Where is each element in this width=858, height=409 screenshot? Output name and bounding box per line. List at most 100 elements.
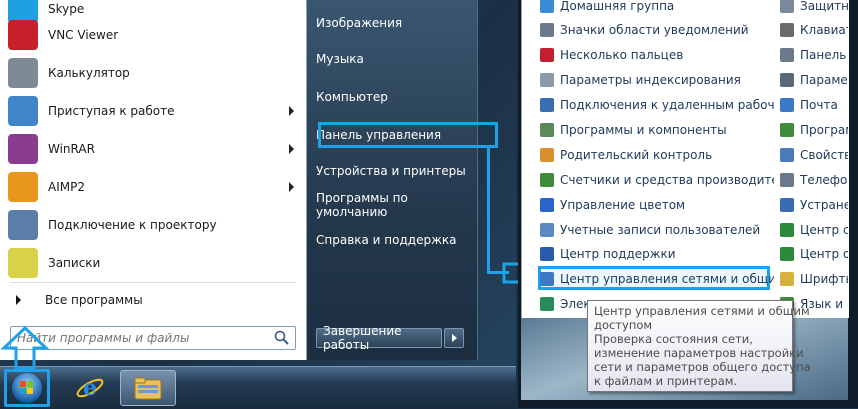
control-panel-item[interactable]: Почта <box>780 95 848 115</box>
tooltip-line: к файлам и принтерам. <box>594 374 738 388</box>
control-panel-item-icon <box>540 148 554 162</box>
control-panel-item[interactable]: Центр управления сетями и общи... <box>540 269 774 289</box>
control-panel-item[interactable]: Клавиат <box>780 20 848 40</box>
control-panel-item-icon <box>540 247 554 261</box>
taskbar-windows-explorer[interactable] <box>120 370 176 406</box>
control-panel-item-label: Почта <box>800 98 838 112</box>
control-panel-item-icon <box>540 297 554 311</box>
start-menu-place-item[interactable]: Устройства и принтеры <box>316 160 476 182</box>
control-panel-item-icon <box>780 223 794 237</box>
network-center-tooltip: Центр управления сетями и общим доступом П… <box>587 300 811 392</box>
control-panel-item-icon <box>540 272 554 286</box>
control-panel-item-icon <box>780 73 794 87</box>
pinned-program-label: Калькулятор <box>48 66 130 80</box>
submenu-arrow-icon <box>289 144 294 154</box>
control-panel-item-icon <box>780 198 794 212</box>
control-panel-item[interactable]: Шрифты <box>780 269 848 289</box>
control-panel-item-label: Учетные записи пользователей <box>560 223 761 237</box>
chevron-right-icon <box>451 334 457 342</box>
taskbar-internet-explorer[interactable]: e <box>62 370 118 406</box>
control-panel-item-label: Счетчики и средства производител... <box>560 173 774 187</box>
pinned-program-item[interactable]: AIMP2 <box>8 170 300 204</box>
control-panel-item-label: Родительский контроль <box>560 148 713 162</box>
control-panel-item-icon <box>540 73 554 87</box>
start-menu-place-item[interactable]: Программы по умолчанию <box>316 191 476 219</box>
vnc-icon <box>8 20 38 50</box>
triangle-right-icon <box>16 295 21 305</box>
control-panel-item[interactable]: Домашняя группа <box>540 0 774 16</box>
control-panel-item-label: Защитн <box>800 0 848 13</box>
pinned-program-item[interactable]: Подключение к проектору <box>8 208 300 242</box>
pinned-program-item[interactable]: Приступая к работе <box>8 94 300 128</box>
control-panel-item-label: Панель <box>800 48 847 62</box>
pinned-program-label: AIMP2 <box>48 180 85 194</box>
start-menu: Skype VNC Viewer Калькулятор Приступая к ра… <box>0 0 516 408</box>
control-panel-item-icon <box>540 0 554 13</box>
control-panel-item[interactable]: Устране <box>780 195 848 215</box>
control-panel-item-icon <box>780 247 794 261</box>
control-panel-item[interactable]: Свойств <box>780 145 848 165</box>
control-panel-item[interactable]: Телефо <box>780 170 848 190</box>
control-panel-item[interactable]: Панель <box>780 45 848 65</box>
start-button[interactable] <box>4 369 50 407</box>
shutdown-button[interactable]: Завершение работы <box>316 324 442 352</box>
control-panel-item-label: Программы и компоненты <box>560 123 727 137</box>
control-panel-item[interactable]: Счетчики и средства производител... <box>540 170 774 190</box>
control-panel-item[interactable]: Учетные записи пользователей <box>540 220 774 240</box>
submenu-arrow-icon <box>289 106 294 116</box>
control-panel-item-label: Параметры индексирования <box>560 73 741 87</box>
sticky-notes-icon <box>8 248 38 278</box>
tooltip-line: доступом <box>594 318 653 332</box>
pinned-program-item[interactable]: Калькулятор <box>8 56 300 90</box>
control-panel-item[interactable]: Значки области уведомлений <box>540 20 774 40</box>
control-panel-item-icon <box>780 23 794 37</box>
start-menu-place-item[interactable]: Музыка <box>316 48 476 70</box>
control-panel-item[interactable]: Управление цветом <box>540 195 774 215</box>
control-panel-item[interactable]: Програм <box>780 120 848 140</box>
control-panel-item-label: Устране <box>800 198 848 212</box>
control-panel-item-label: Значки области уведомлений <box>560 23 749 37</box>
control-panel-item-label: Програм <box>800 123 848 137</box>
pinned-program-label: Подключение к проектору <box>48 218 217 232</box>
control-panel-item-label: Центр о <box>800 247 848 261</box>
start-menu-place-item[interactable]: Справка и поддержка <box>316 229 476 251</box>
control-panel-item-label: Домашняя группа <box>560 0 675 13</box>
control-panel-item[interactable]: Параметры индексирования <box>540 70 774 90</box>
pinned-program-item[interactable]: Записки <box>8 246 300 280</box>
control-panel-item[interactable]: Родительский контроль <box>540 145 774 165</box>
all-programs-label: Все программы <box>45 293 143 307</box>
svg-text:e: e <box>83 375 97 401</box>
control-panel-item[interactable]: Центр поддержки <box>540 244 774 264</box>
search-icon[interactable] <box>273 329 291 347</box>
projector-icon <box>8 210 38 240</box>
control-panel-item-icon <box>540 98 554 112</box>
start-search-box[interactable] <box>10 326 296 350</box>
control-panel-item-icon <box>780 0 794 13</box>
winrar-icon <box>8 134 38 164</box>
pinned-program-item[interactable]: WinRAR <box>8 132 300 166</box>
control-panel-item-label: Управление цветом <box>560 198 686 212</box>
pointer-arrow-line <box>487 146 490 274</box>
shutdown-options-button[interactable] <box>444 328 464 348</box>
shutdown-label: Завершение работы <box>323 324 402 352</box>
control-panel-item[interactable]: Защитн <box>780 0 848 16</box>
start-search-input[interactable] <box>11 330 273 346</box>
control-panel-item[interactable]: Центр с <box>780 220 848 240</box>
control-panel-item-label: Телефо <box>800 173 848 187</box>
control-panel-item[interactable]: Парамет <box>780 70 848 90</box>
pinned-program-item[interactable]: VNC Viewer <box>8 18 300 52</box>
start-menu-place-item[interactable]: Компьютер <box>316 86 476 108</box>
control-panel-item-icon <box>780 123 794 137</box>
control-panel-item-label: Центр управления сетями и общи... <box>560 272 774 286</box>
pinned-program-label: Приступая к работе <box>48 104 175 118</box>
start-menu-place-item[interactable]: Изображения <box>316 12 476 34</box>
control-panel-item-icon <box>540 198 554 212</box>
control-panel-item[interactable]: Программы и компоненты <box>540 120 774 140</box>
control-panel-item[interactable]: Подключения к удаленным рабоч... <box>540 95 774 115</box>
windows-logo-icon <box>12 373 42 403</box>
control-panel-item[interactable]: Несколько пальцев <box>540 45 774 65</box>
all-programs-button[interactable]: Все программы <box>16 288 296 312</box>
control-panel-item[interactable]: Центр о <box>780 244 848 264</box>
control-panel-item-icon <box>540 48 554 62</box>
control-panel-item-icon <box>780 272 794 286</box>
